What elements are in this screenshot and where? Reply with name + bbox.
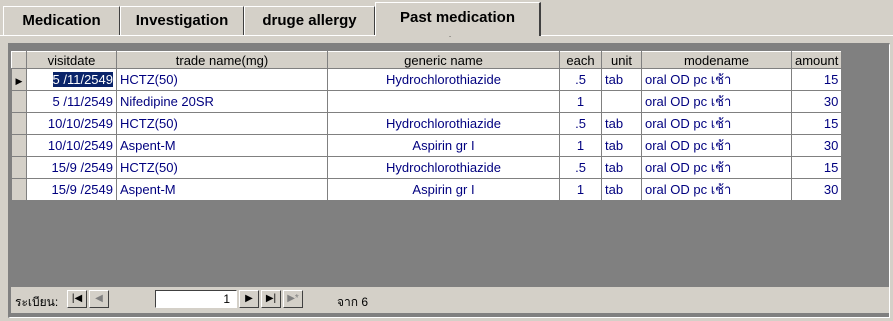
cell-generic-name[interactable]: Aspirin gr I xyxy=(327,178,560,201)
cell-amount[interactable]: 30 xyxy=(790,90,843,113)
record-number-input[interactable]: 1 xyxy=(155,290,237,308)
table-row: 15/9 /2549 Aspent-M Aspirin gr I 1 tab o… xyxy=(11,178,843,201)
row-selector[interactable]: ▶ xyxy=(11,68,27,91)
cell-trade-name[interactable]: HCTZ(50) xyxy=(116,112,328,135)
cell-modename[interactable]: oral OD pc เช้า xyxy=(641,68,792,91)
cell-each[interactable]: .5 xyxy=(559,112,602,135)
cell-modename[interactable]: oral OD pc เช้า xyxy=(641,134,792,157)
tab-druge-allergy[interactable]: druge allergy xyxy=(244,6,375,35)
cell-unit[interactable]: tab xyxy=(601,68,642,91)
column-header-amount[interactable]: amount xyxy=(790,51,843,69)
cell-visitdate[interactable]: 10/10/2549 xyxy=(26,134,117,157)
select-all-cell[interactable] xyxy=(11,51,27,69)
column-header-trade-name[interactable]: trade name(mg) xyxy=(116,51,328,69)
row-selector[interactable] xyxy=(11,112,27,135)
cell-modename[interactable]: oral OD pc เช้า xyxy=(641,156,792,179)
column-header-unit[interactable]: unit xyxy=(601,51,642,69)
cell-unit[interactable]: tab xyxy=(601,134,642,157)
cell-trade-name[interactable]: Aspent-M xyxy=(116,134,328,157)
column-header-modename[interactable]: modename xyxy=(641,51,792,69)
column-header-visitdate[interactable]: visitdate xyxy=(26,51,117,69)
cell-unit[interactable]: tab xyxy=(601,156,642,179)
cell-unit[interactable]: tab xyxy=(601,112,642,135)
table-row: 10/10/2549 HCTZ(50) Hydrochlorothiazide … xyxy=(11,112,843,135)
record-label: ระเบียน: xyxy=(15,295,59,309)
cell-modename[interactable]: oral OD pc เช้า xyxy=(641,112,792,135)
tab-past-medication[interactable]: Past medication xyxy=(375,2,541,36)
cell-generic-name[interactable]: Hydrochlorothiazide xyxy=(327,156,560,179)
new-record-button[interactable]: ▶* xyxy=(283,290,303,308)
next-record-button[interactable]: ▶ xyxy=(239,290,259,308)
current-record-arrow-icon: ▶ xyxy=(15,76,23,86)
row-selector[interactable] xyxy=(11,178,27,201)
cell-amount[interactable]: 15 xyxy=(790,68,843,91)
cell-amount[interactable]: 15 xyxy=(790,112,843,135)
cell-each[interactable]: 1 xyxy=(559,134,602,157)
cell-generic-name[interactable] xyxy=(327,90,560,113)
table-row: 10/10/2549 Aspent-M Aspirin gr I 1 tab o… xyxy=(11,134,843,157)
tab-medication[interactable]: Medication xyxy=(3,6,120,35)
column-header-generic-name[interactable]: generic name xyxy=(327,51,560,69)
tab-investigation[interactable]: Investigation xyxy=(120,6,244,35)
cell-visitdate[interactable]: 10/10/2549 xyxy=(26,112,117,135)
cell-visitdate[interactable]: 5 /11/2549 xyxy=(26,68,117,91)
previous-record-button[interactable]: ◀ xyxy=(89,290,109,308)
table-row: 15/9 /2549 HCTZ(50) Hydrochlorothiazide … xyxy=(11,156,843,179)
cell-amount[interactable]: 15 xyxy=(790,156,843,179)
cell-trade-name[interactable]: HCTZ(50) xyxy=(116,156,328,179)
cell-generic-name[interactable]: Hydrochlorothiazide xyxy=(327,68,560,91)
record-navigator: ระเบียน: |◀ ◀ 1 ▶ ▶| ▶* จาก 6 xyxy=(11,287,889,313)
cell-trade-name[interactable]: Aspent-M xyxy=(116,178,328,201)
cell-generic-name[interactable]: Hydrochlorothiazide xyxy=(327,112,560,135)
cell-generic-name[interactable]: Aspirin gr I xyxy=(327,134,560,157)
tab-strip: Medication Investigation druge allergy P… xyxy=(0,0,893,36)
cell-modename[interactable]: oral OD pc เช้า xyxy=(641,90,792,113)
cell-each[interactable]: .5 xyxy=(559,68,602,91)
table-header-row: visitdate trade name(mg) generic name ea… xyxy=(11,51,843,69)
table-row: 5 /11/2549 Nifedipine 20SR 1 oral OD pc … xyxy=(11,90,843,113)
cell-each[interactable]: 1 xyxy=(559,90,602,113)
first-record-button[interactable]: |◀ xyxy=(67,290,87,308)
cell-unit[interactable]: tab xyxy=(601,178,642,201)
cell-modename[interactable]: oral OD pc เช้า xyxy=(641,178,792,201)
cell-visitdate[interactable]: 5 /11/2549 xyxy=(26,90,117,113)
selected-text: 5 /11/2549 xyxy=(52,72,113,87)
row-selector[interactable] xyxy=(11,90,27,113)
cell-visitdate[interactable]: 15/9 /2549 xyxy=(26,156,117,179)
cell-amount[interactable]: 30 xyxy=(790,178,843,201)
row-selector[interactable] xyxy=(11,156,27,179)
cell-amount[interactable]: 30 xyxy=(790,134,843,157)
cell-trade-name[interactable]: HCTZ(50) xyxy=(116,68,328,91)
column-header-each[interactable]: each xyxy=(559,51,602,69)
table-row: ▶ 5 /11/2549 HCTZ(50) Hydrochlorothiazid… xyxy=(11,68,843,91)
row-selector[interactable] xyxy=(11,134,27,157)
cell-unit[interactable] xyxy=(601,90,642,113)
last-record-button[interactable]: ▶| xyxy=(261,290,281,308)
cell-each[interactable]: 1 xyxy=(559,178,602,201)
cell-each[interactable]: .5 xyxy=(559,156,602,179)
past-medication-table: visitdate trade name(mg) generic name ea… xyxy=(11,51,843,201)
cell-visitdate[interactable]: 15/9 /2549 xyxy=(26,178,117,201)
record-total: จาก 6 xyxy=(337,295,369,309)
cell-trade-name[interactable]: Nifedipine 20SR xyxy=(116,90,328,113)
